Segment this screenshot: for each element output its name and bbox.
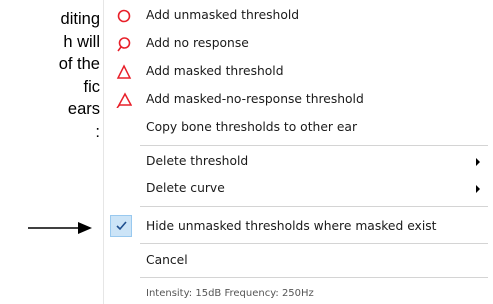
red-circle-icon (117, 9, 131, 23)
red-triangle-no-response-icon (116, 92, 132, 108)
menu-item-delete-curve[interactable]: Delete curve (104, 176, 490, 202)
document-line: : (95, 122, 100, 141)
checkmark-box (110, 215, 132, 237)
menu-item-label: Add unmasked threshold (146, 8, 300, 22)
menu-item-hide-unmasked-thresholds[interactable]: Hide unmasked thresholds where masked ex… (104, 214, 490, 240)
menu-item-add-masked-no-response-threshold[interactable]: Add masked-no-response threshold (104, 87, 490, 113)
menu-separator (140, 145, 488, 146)
document-line: of the (58, 55, 100, 73)
menu-item-add-unmasked-threshold[interactable]: Add unmasked threshold (104, 3, 490, 29)
menu-item-copy-bone-thresholds[interactable]: Copy bone thresholds to other ear (104, 115, 490, 141)
menu-item-label: Add masked-no-response threshold (146, 92, 364, 106)
menu-item-label: Add no response (146, 36, 249, 50)
menu-item-label: Add masked threshold (146, 64, 284, 78)
menu-item-add-masked-threshold[interactable]: Add masked threshold (104, 59, 490, 85)
menu-separator (140, 206, 488, 207)
screenshot: diting h will of the fic ears : Add unma… (0, 0, 493, 304)
pointer-arrow-icon (28, 222, 92, 234)
context-menu: Add unmasked threshold Add no response A… (103, 0, 490, 304)
menu-item-delete-threshold[interactable]: Delete threshold (104, 149, 490, 175)
menu-item-cancel[interactable]: Cancel (104, 248, 490, 274)
document-text: diting h will of the fic ears : (59, 8, 100, 143)
status-text: Intensity: 15dB Frequency: 250Hz (146, 288, 314, 299)
document-line: fic (83, 77, 101, 96)
menu-item-add-no-response[interactable]: Add no response (104, 31, 490, 57)
menu-item-label: Delete threshold (146, 154, 249, 168)
menu-separator (140, 277, 488, 278)
menu-separator (140, 243, 488, 244)
submenu-arrow-icon (476, 158, 480, 166)
submenu-arrow-icon (476, 185, 480, 193)
menu-item-label: Cancel (146, 253, 188, 267)
document-line: h will (63, 32, 100, 51)
red-circle-no-response-icon (117, 37, 131, 52)
checkmark-icon (116, 221, 127, 231)
document-line: ears (67, 100, 100, 118)
document-line: diting (60, 10, 100, 28)
menu-item-label: Delete curve (146, 181, 225, 195)
menu-item-label: Copy bone thresholds to other ear (146, 120, 358, 134)
red-triangle-icon (116, 64, 132, 79)
menu-item-label: Hide unmasked thresholds where masked ex… (146, 219, 437, 233)
